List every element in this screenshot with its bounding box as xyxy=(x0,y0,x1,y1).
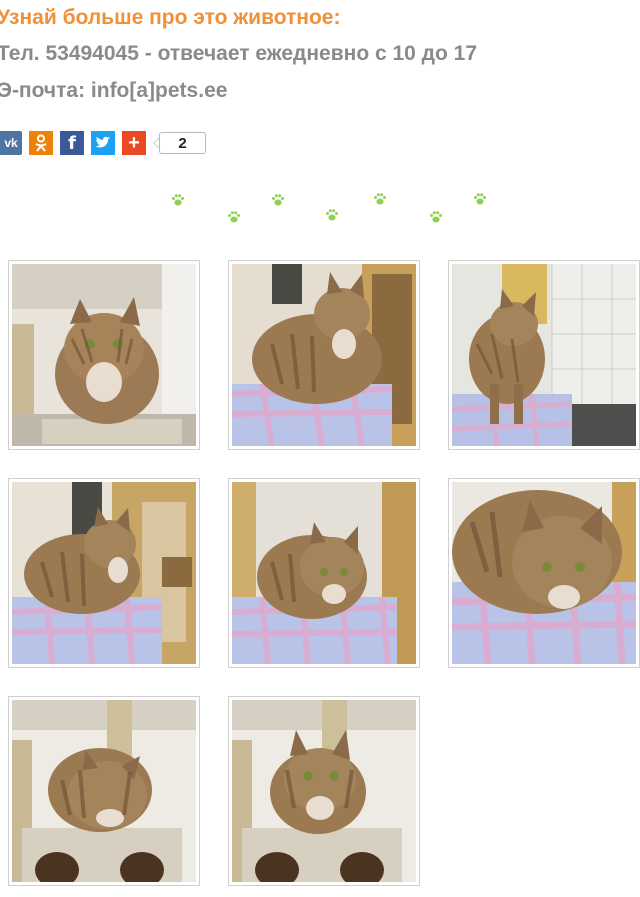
vk-icon: vk xyxy=(4,136,18,150)
paw-print-icon xyxy=(172,194,184,206)
cat-photo-5[interactable] xyxy=(228,478,420,668)
paw-print-icon xyxy=(374,193,386,205)
cat-photo-7[interactable] xyxy=(8,696,200,886)
vk-share-button[interactable]: vk xyxy=(0,131,22,155)
paw-print-icon xyxy=(474,193,486,205)
paw-print-icon xyxy=(326,209,338,221)
cat-photo-2[interactable] xyxy=(228,260,420,450)
cat-photo-1[interactable] xyxy=(8,260,200,450)
twitter-share-button[interactable] xyxy=(91,131,115,155)
odnoklassniki-icon xyxy=(35,134,47,152)
phone-info: Тел. 53494045 - отвечает ежедневно с 10 … xyxy=(0,42,478,65)
paw-print-icon xyxy=(430,211,442,223)
cat-photo-8[interactable] xyxy=(228,696,420,886)
more-share-button[interactable]: + xyxy=(122,131,146,155)
contact-heading: Узнай больше про это животное: xyxy=(0,6,341,29)
share-bar: vk f + 2 xyxy=(0,131,206,155)
cat-photo-6[interactable] xyxy=(448,478,640,668)
plus-icon: + xyxy=(128,131,140,154)
email-info: Э-почта: info[a]pets.ee xyxy=(0,79,228,102)
share-count: 2 xyxy=(159,132,206,154)
facebook-share-button[interactable]: f xyxy=(60,131,84,155)
cat-photo-4[interactable] xyxy=(8,478,200,668)
paw-print-icon xyxy=(272,194,284,206)
facebook-icon: f xyxy=(68,132,76,154)
paw-divider xyxy=(0,185,640,235)
twitter-icon xyxy=(95,136,111,148)
paw-print-icon xyxy=(228,211,240,223)
cat-photo-3[interactable] xyxy=(448,260,640,450)
odnoklassniki-share-button[interactable] xyxy=(29,131,53,155)
share-counter: 2 xyxy=(153,132,206,154)
